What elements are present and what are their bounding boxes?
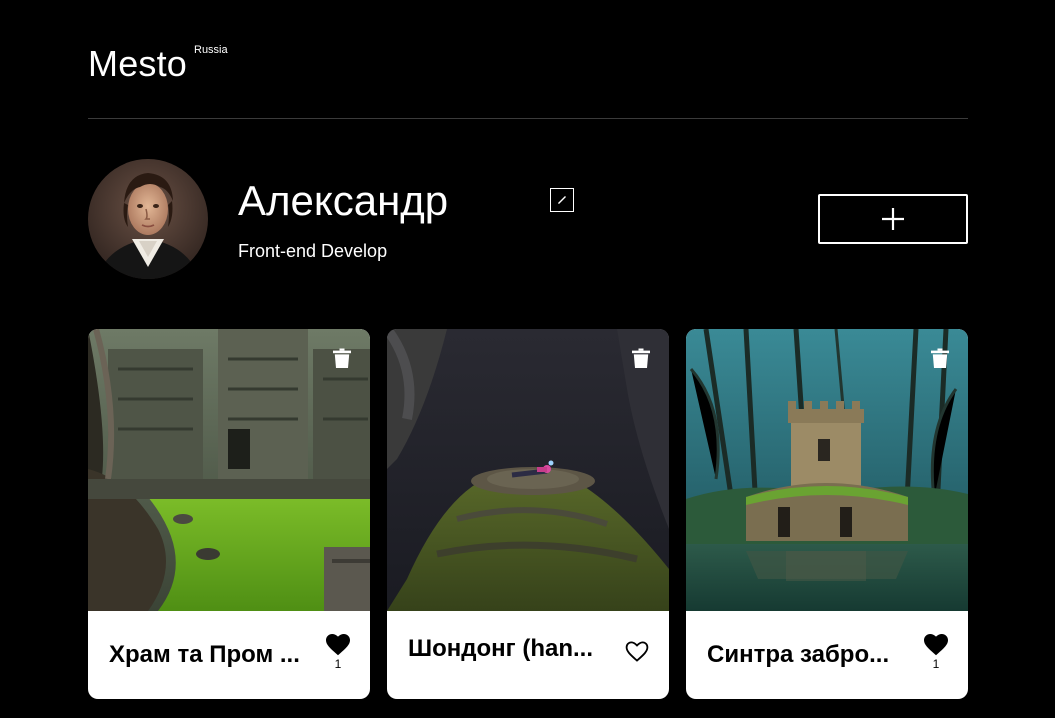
trash-icon bbox=[931, 348, 949, 368]
card-image[interactable] bbox=[686, 329, 968, 611]
avatar-portrait-image bbox=[88, 159, 208, 279]
like-count: 1 bbox=[334, 657, 342, 671]
card: Храм та Пром ... 1 bbox=[88, 329, 370, 699]
card-footer: Шондонг (han... bbox=[387, 611, 669, 699]
like-block bbox=[625, 641, 649, 685]
cards-grid: Храм та Пром ... 1 Шондонг (han... Синтр… bbox=[88, 329, 968, 699]
like-button[interactable] bbox=[625, 641, 649, 663]
profile-name: Александр bbox=[238, 177, 449, 224]
trash-icon bbox=[632, 348, 650, 368]
temple-photo bbox=[88, 329, 370, 611]
page: Mesto Russia Александр Front-end Develop… bbox=[0, 0, 1055, 718]
heart-filled-icon bbox=[924, 634, 948, 656]
heart-filled-icon bbox=[326, 634, 350, 656]
like-count: 1 bbox=[932, 657, 940, 671]
card-image[interactable] bbox=[387, 329, 669, 611]
card: Синтра забро... 1 bbox=[686, 329, 968, 699]
header: Mesto Russia bbox=[88, 40, 968, 119]
logo[interactable]: Mesto bbox=[88, 46, 187, 82]
card-image[interactable] bbox=[88, 329, 370, 611]
like-button[interactable] bbox=[924, 634, 948, 656]
delete-card-button[interactable] bbox=[632, 348, 650, 368]
edit-profile-button[interactable] bbox=[550, 188, 574, 212]
profile-job: Front-end Develop bbox=[238, 241, 388, 261]
trash-icon bbox=[333, 348, 351, 368]
like-button[interactable] bbox=[326, 634, 350, 656]
card: Шондонг (han... bbox=[387, 329, 669, 699]
delete-card-button[interactable] bbox=[333, 348, 351, 368]
card-footer: Храм та Пром ... 1 bbox=[88, 611, 370, 699]
card-title: Синтра забро... bbox=[707, 641, 890, 668]
pencil-icon bbox=[558, 196, 566, 204]
cave-photo bbox=[387, 329, 669, 611]
add-card-button[interactable] bbox=[818, 194, 968, 244]
heart-outline-icon bbox=[625, 641, 649, 662]
like-block: 1 bbox=[326, 634, 350, 678]
tower-lake-photo bbox=[686, 329, 968, 611]
profile: Александр Front-end Develop bbox=[88, 159, 968, 279]
plus-icon bbox=[882, 208, 904, 230]
card-footer: Синтра забро... 1 bbox=[686, 611, 968, 699]
avatar[interactable] bbox=[88, 159, 208, 279]
logo-subtitle: Russia bbox=[194, 44, 228, 56]
delete-card-button[interactable] bbox=[931, 348, 949, 368]
card-title: Храм та Пром ... bbox=[109, 641, 300, 668]
like-block: 1 bbox=[924, 634, 948, 678]
card-title: Шондонг (han... bbox=[408, 635, 593, 662]
